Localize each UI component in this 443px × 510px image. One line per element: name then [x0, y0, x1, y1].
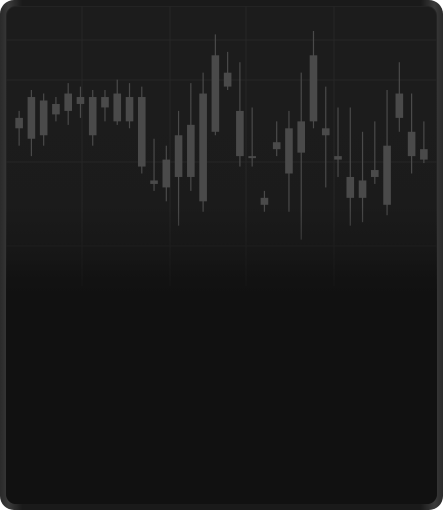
candle-body [371, 170, 379, 177]
candle-body [223, 72, 232, 87]
candles [15, 30, 428, 240]
candle-body [211, 55, 220, 132]
candle-body [346, 176, 355, 198]
candle-body [39, 100, 48, 136]
candle-body [321, 128, 330, 136]
candle-body [309, 55, 318, 122]
candle-body [64, 93, 72, 111]
candle-body [236, 110, 244, 157]
candle-body [407, 131, 416, 157]
candle-body [272, 142, 281, 150]
candle-body [199, 93, 207, 202]
candle-body [174, 135, 183, 177]
candle-body [395, 93, 404, 118]
candle-body [113, 93, 122, 122]
candle-body [15, 117, 23, 129]
candle-body [285, 128, 293, 174]
candle-body [76, 97, 85, 104]
candle-body [52, 103, 60, 115]
candle-body [383, 145, 391, 205]
candle-body [420, 149, 428, 160]
candle-body [137, 97, 146, 167]
candle-body [358, 180, 367, 198]
candle-body [248, 156, 256, 159]
candle-body [150, 180, 158, 184]
candle-body [260, 197, 269, 205]
candle-body [101, 97, 109, 108]
device-frame [0, 0, 443, 510]
candlestick-chart [6, 6, 437, 286]
chart-screen [6, 6, 437, 504]
candle-body [162, 159, 171, 188]
candle-body [334, 156, 342, 160]
candle-body [187, 124, 195, 177]
candle-body [125, 97, 134, 122]
candle-body [27, 97, 36, 139]
grid-lines [6, 6, 437, 286]
candle-body [88, 97, 97, 136]
candle-body [297, 121, 306, 153]
